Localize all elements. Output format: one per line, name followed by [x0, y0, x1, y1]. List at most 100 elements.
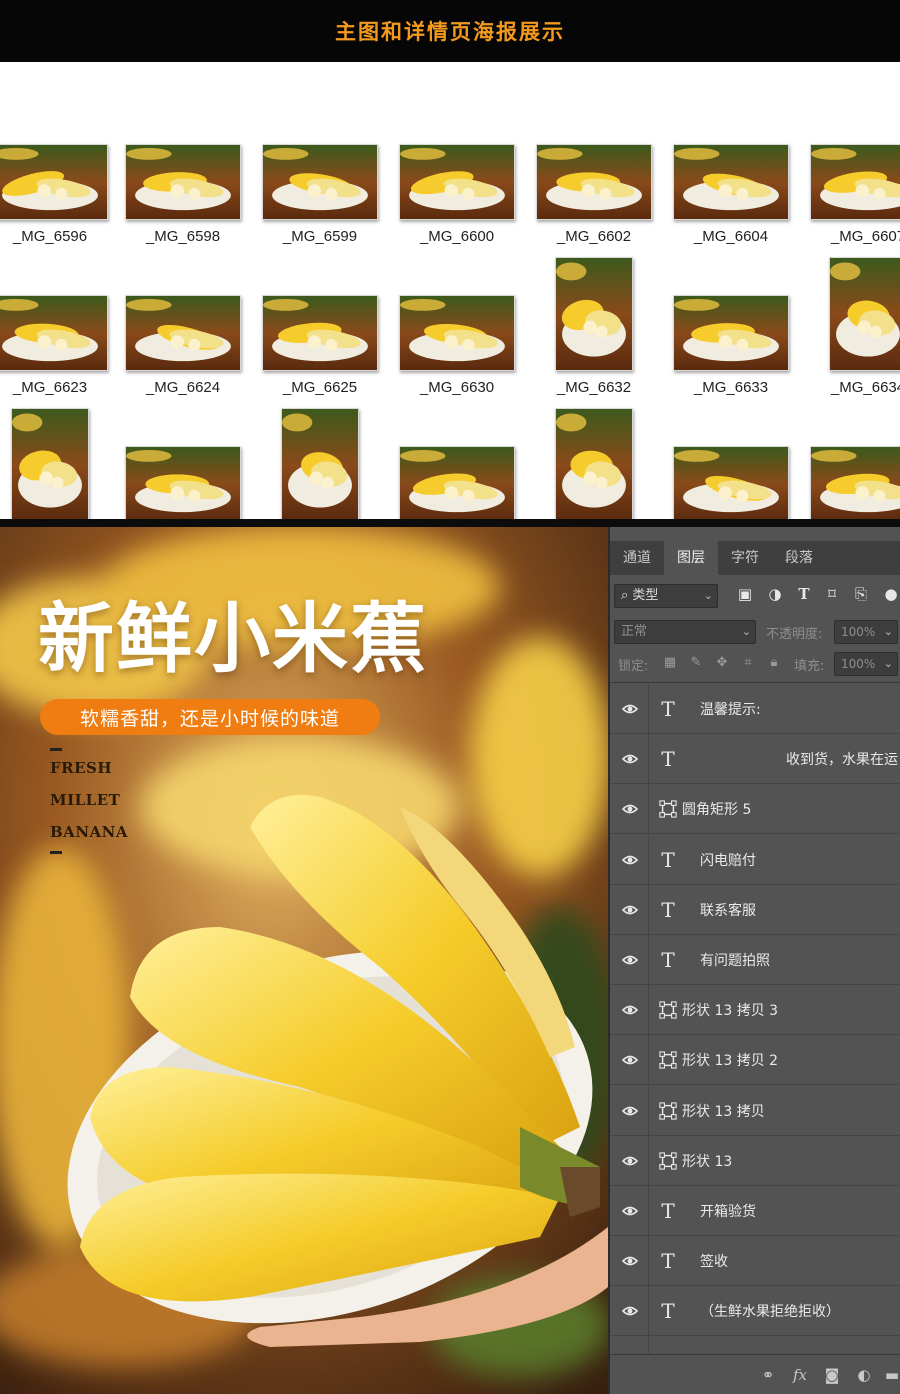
- adjustment-filter-icon[interactable]: ◑: [766, 585, 784, 603]
- lock-artboard-icon[interactable]: ⌗: [740, 655, 756, 671]
- visibility-eye-icon[interactable]: [621, 952, 639, 968]
- visibility-eye-icon[interactable]: [621, 902, 639, 918]
- type-layer-icon: T: [661, 948, 675, 972]
- file-name: _MG_6607: [830, 228, 900, 245]
- blend-mode-select[interactable]: 正常 ⌄: [614, 620, 756, 644]
- file-item[interactable]: _MG_6660: [252, 404, 388, 520]
- layer-row[interactable]: T 签收: [610, 1236, 900, 1287]
- fill-label: 填充:: [794, 659, 825, 674]
- layer-row[interactable]: T 有问题拍照: [610, 935, 900, 985]
- file-item[interactable]: _MG_6602: [526, 102, 662, 245]
- file-item[interactable]: _MG_6671: [800, 404, 900, 520]
- chevron-down-icon: ⌄: [883, 657, 893, 670]
- file-thumbnail: [555, 257, 633, 371]
- filter-toggle-icon[interactable]: ●: [882, 585, 900, 603]
- panel-separator: [610, 682, 900, 683]
- layer-row[interactable]: T 开箱验货: [610, 1186, 900, 1236]
- layer-row[interactable]: 圆角矩形 5: [610, 784, 900, 835]
- opacity-field[interactable]: 100% ⌄: [834, 620, 898, 644]
- tab-paragraph[interactable]: 段落: [772, 541, 826, 575]
- shape-layer-icon: [656, 1099, 680, 1123]
- layer-divider: [648, 935, 649, 985]
- layer-name: 温馨提示:: [700, 702, 761, 718]
- type-filter-icon[interactable]: T: [795, 585, 813, 603]
- opacity-label: 不透明度:: [766, 627, 823, 642]
- link-icon[interactable]: ⚭: [758, 1365, 778, 1385]
- file-thumbnail: [829, 257, 900, 371]
- visibility-eye-icon[interactable]: [621, 1253, 639, 1269]
- visibility-eye-icon[interactable]: [621, 1153, 639, 1169]
- lock-position-icon[interactable]: ✥: [714, 655, 730, 671]
- file-item[interactable]: _MG_6604: [663, 102, 799, 245]
- file-item[interactable]: _MG_6655: [115, 404, 251, 520]
- file-name: _MG_6632: [556, 379, 632, 396]
- file-item[interactable]: _MG_6599: [252, 102, 388, 245]
- visibility-eye-icon[interactable]: [621, 852, 639, 868]
- layer-row[interactable]: 形状 13 拷贝 3: [610, 985, 900, 1036]
- layer-name: 开箱验货: [700, 1204, 756, 1220]
- tab-layers[interactable]: 图层: [664, 541, 718, 575]
- file-item[interactable]: _MG_6634: [800, 253, 900, 396]
- type-layer-icon: T: [661, 1199, 675, 1223]
- file-item[interactable]: _MG_6654: [0, 404, 118, 520]
- layer-row[interactable]: 形状 13 拷贝: [610, 1085, 900, 1136]
- mask-icon[interactable]: ◙: [822, 1365, 842, 1385]
- file-item[interactable]: _MG_6625: [252, 253, 388, 396]
- tab-channels[interactable]: 通道: [610, 541, 664, 575]
- shape-filter-icon[interactable]: ⌑: [823, 585, 841, 603]
- file-item[interactable]: _MG_6623: [0, 253, 118, 396]
- visibility-eye-icon[interactable]: [621, 701, 639, 717]
- tab-character[interactable]: 字符: [718, 541, 772, 575]
- file-name: _MG_6634: [830, 379, 900, 396]
- new-group-icon[interactable]: ▬: [882, 1365, 900, 1385]
- file-item[interactable]: _MG_6598: [115, 102, 251, 245]
- visibility-eye-icon[interactable]: [621, 1203, 639, 1219]
- section-divider: [0, 519, 900, 527]
- layer-row[interactable]: T 联系客服: [610, 884, 900, 935]
- panel-tabs: 通道 图层 字符 段落: [610, 541, 900, 575]
- file-item[interactable]: _MG_6624: [115, 253, 251, 396]
- layer-divider: [648, 1236, 649, 1287]
- file-item[interactable]: _MG_6600: [389, 102, 525, 245]
- layer-row[interactable]: T 温馨提示:: [610, 684, 900, 734]
- file-item[interactable]: _MG_6633: [663, 253, 799, 396]
- layer-row[interactable]: 形状 13: [610, 1135, 900, 1186]
- type-layer-icon: T: [661, 747, 675, 772]
- layer-row[interactable]: T （生鲜水果拒绝拒收）: [610, 1286, 900, 1337]
- visibility-eye-icon[interactable]: [621, 1052, 639, 1068]
- lock-transparent-icon[interactable]: ▦: [662, 655, 678, 671]
- layer-name: 形状 13: [682, 1153, 733, 1170]
- file-item[interactable]: _MG_6596: [0, 102, 118, 245]
- file-item[interactable]: _MG_6664: [526, 404, 662, 520]
- file-item[interactable]: _MG_6607: [800, 102, 900, 245]
- layer-divider: [648, 884, 649, 935]
- layer-row[interactable]: T 闪电赔付: [610, 834, 900, 885]
- file-name: _MG_6623: [12, 379, 88, 396]
- visibility-eye-icon[interactable]: [621, 751, 639, 767]
- visibility-eye-icon[interactable]: [621, 801, 639, 817]
- poster-english-line: BANANA: [50, 823, 129, 841]
- file-name: _MG_6600: [419, 228, 495, 245]
- shape-layer-icon: [656, 998, 680, 1022]
- fill-field[interactable]: 100% ⌄: [834, 652, 898, 676]
- file-item[interactable]: _MG_6669: [663, 404, 799, 520]
- chevron-down-icon: ⌄: [883, 625, 893, 638]
- layer-row[interactable]: 形状 13 拷贝 2: [610, 1035, 900, 1086]
- fx-icon[interactable]: fx: [790, 1365, 810, 1385]
- layer-name: 形状 13 拷贝: [682, 1103, 765, 1120]
- layer-row[interactable]: T 收到货，水果在运: [610, 734, 900, 785]
- layer-filter-select[interactable]: ⌕ 类型 ⌄: [614, 584, 718, 608]
- lock-all-icon[interactable]: 🔒︎: [766, 655, 782, 671]
- file-item[interactable]: _MG_6630: [389, 253, 525, 396]
- file-name: _MG_6596: [12, 228, 88, 245]
- adjustment-layer-icon[interactable]: ◐: [854, 1365, 874, 1385]
- file-item[interactable]: _MG_6632: [526, 253, 662, 396]
- visibility-eye-icon[interactable]: [621, 1303, 639, 1319]
- visibility-eye-icon[interactable]: [621, 1002, 639, 1018]
- file-name: _MG_6625: [282, 379, 358, 396]
- lock-brush-icon[interactable]: ✎: [688, 655, 704, 671]
- file-item[interactable]: _MG_6661: [389, 404, 525, 520]
- pixel-filter-icon[interactable]: ▣: [736, 585, 754, 603]
- smart-object-filter-icon[interactable]: ⎘: [852, 585, 870, 603]
- visibility-eye-icon[interactable]: [621, 1103, 639, 1119]
